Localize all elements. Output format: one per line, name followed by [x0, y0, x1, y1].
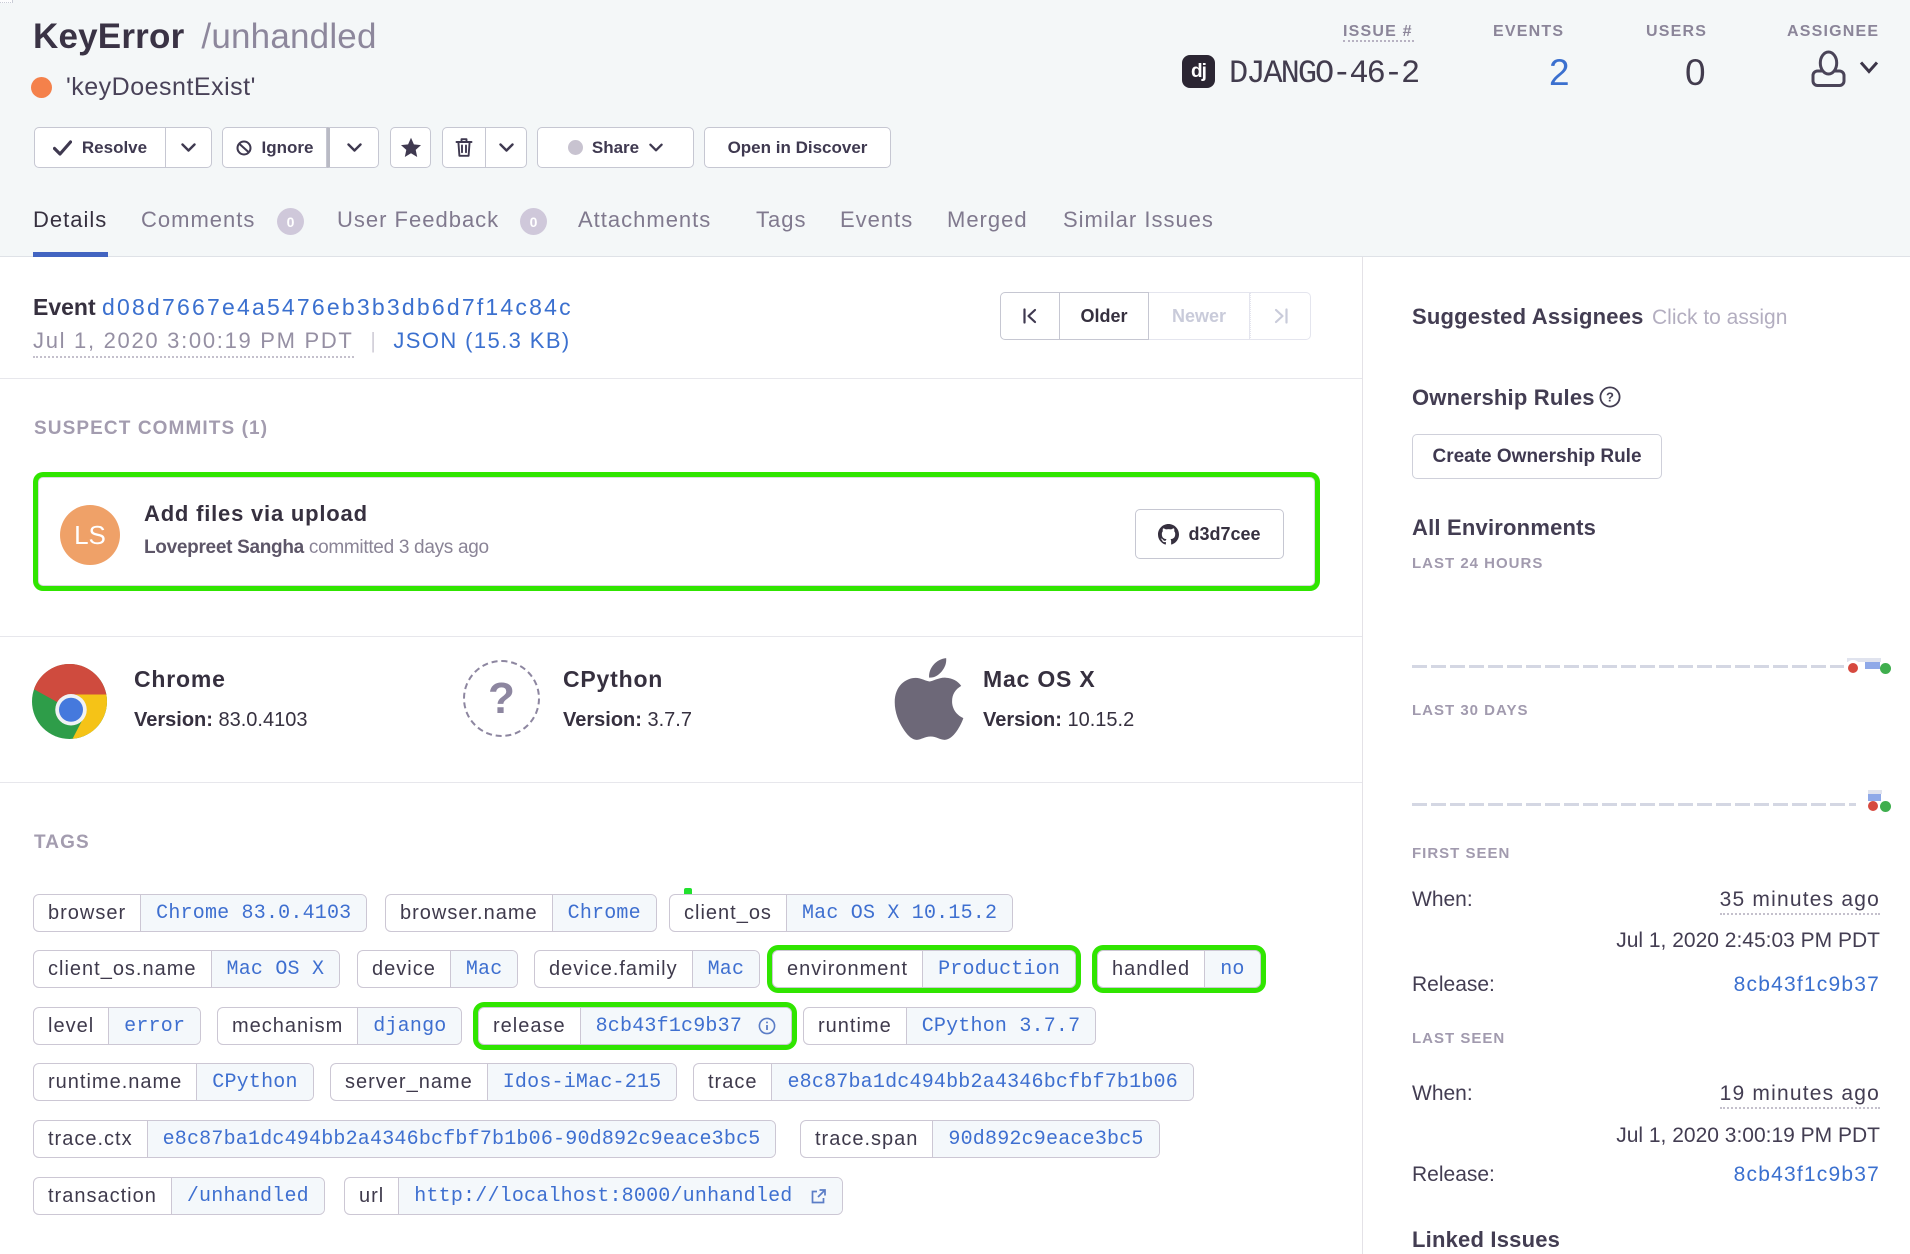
svg-text:?: ?: [1606, 390, 1614, 405]
